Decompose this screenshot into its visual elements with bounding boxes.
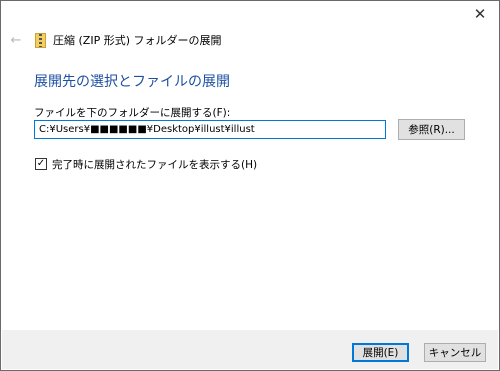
back-button[interactable]: ←	[8, 32, 24, 48]
close-icon: ✕	[473, 5, 487, 23]
browse-button[interactable]: 参照(R)...	[398, 119, 465, 140]
show-files-checkbox[interactable]: ✓	[35, 158, 47, 170]
show-files-label[interactable]: 完了時に展開されたファイルを表示する(H)	[52, 157, 257, 172]
window-title: 圧縮 (ZIP 形式) フォルダーの展開	[53, 34, 222, 47]
zipper-stripe	[39, 34, 42, 47]
cancel-button[interactable]: キャンセル	[424, 343, 486, 362]
zip-folder-icon	[35, 33, 46, 48]
extract-button[interactable]: 展開(E)	[352, 343, 409, 362]
checkmark-icon: ✓	[36, 158, 46, 169]
destination-path-input[interactable]: C:¥Users¥■■■■■■¥Desktop¥illust¥illust	[34, 120, 386, 139]
destination-label: ファイルを下のフォルダーに展開する(F):	[34, 107, 231, 119]
page-heading: 展開先の選択とファイルの展開	[34, 74, 230, 90]
back-arrow-icon: ←	[10, 32, 22, 48]
close-button[interactable]: ✕	[469, 4, 491, 24]
dialog-window: ✕ ← 圧縮 (ZIP 形式) フォルダーの展開 展開先の選択とファイルの展開 …	[0, 0, 500, 371]
